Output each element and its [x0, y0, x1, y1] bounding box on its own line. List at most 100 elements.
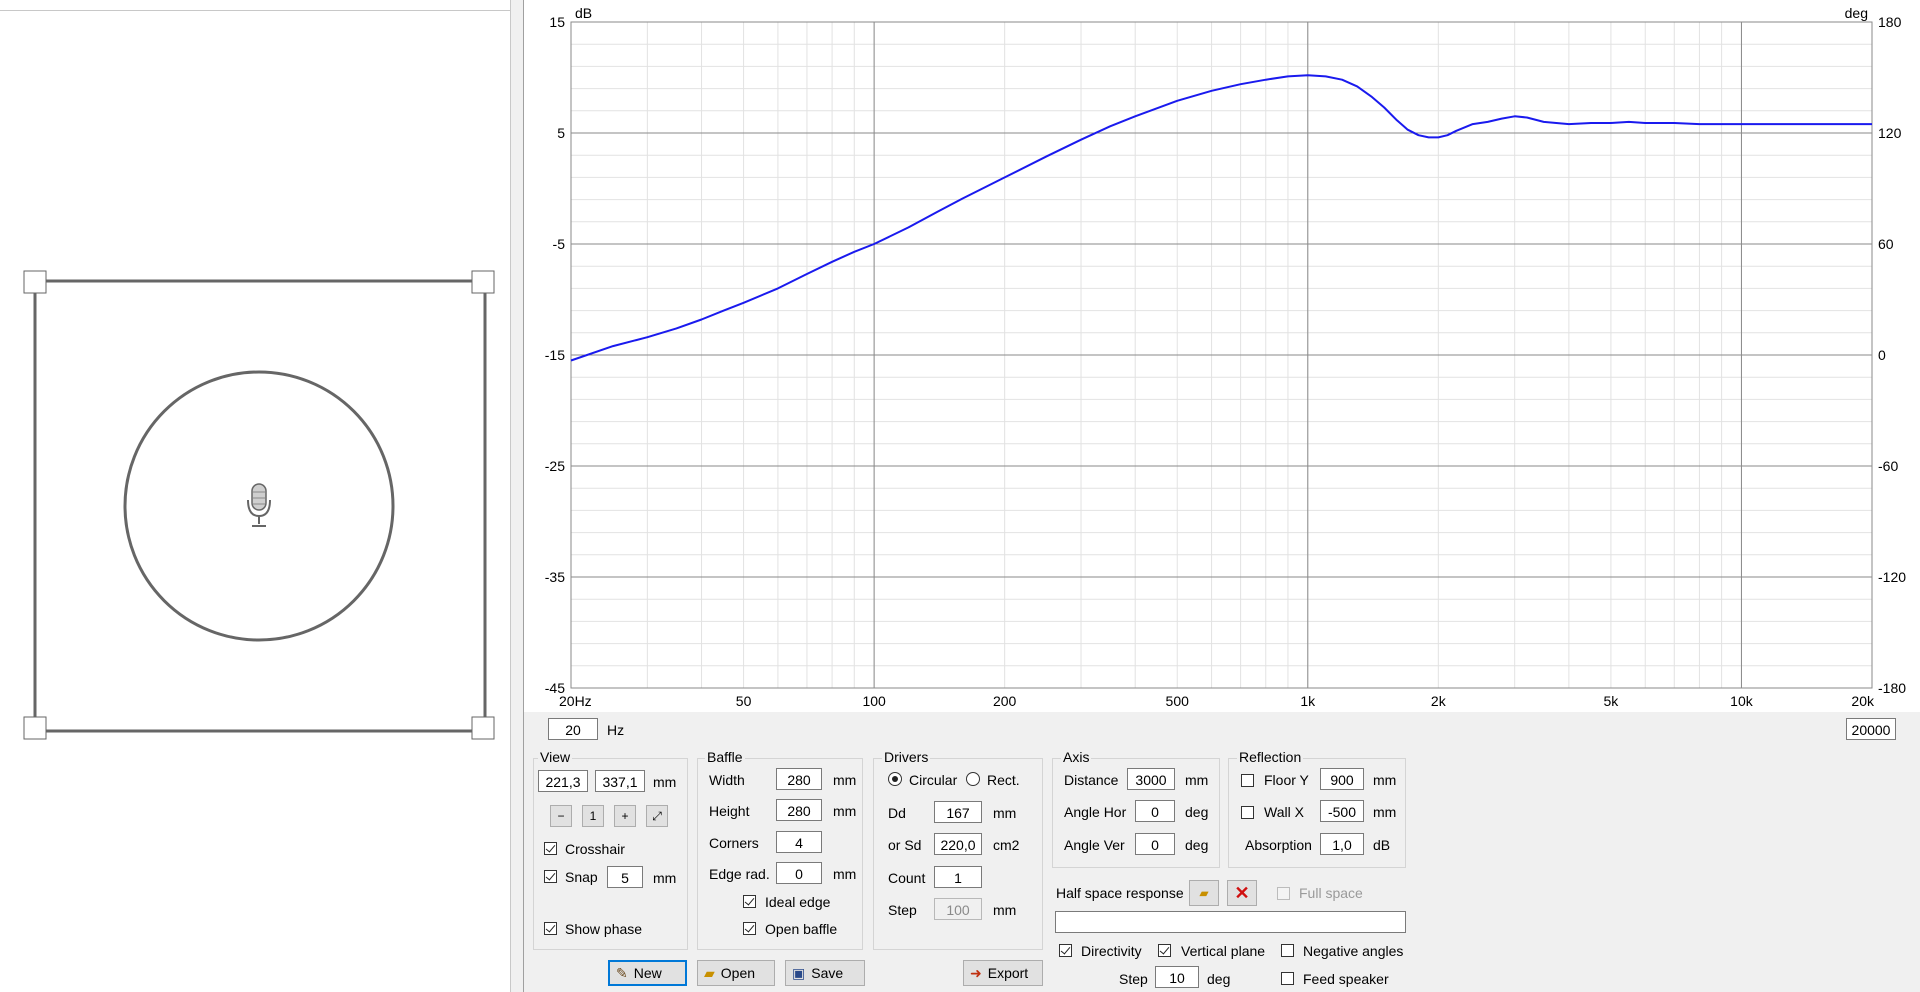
- floppy-icon: ▣: [792, 965, 806, 981]
- negative-angles-checkbox[interactable]: [1281, 944, 1294, 957]
- baffle-height-unit: mm: [833, 803, 857, 819]
- wall-label: Wall X: [1264, 804, 1304, 820]
- open-baffle-label: Open baffle: [765, 921, 838, 937]
- angle-hor-label: Angle Hor: [1064, 804, 1127, 820]
- distance-input[interactable]: 3000: [1127, 768, 1175, 790]
- x-tick-label: 500: [1166, 693, 1190, 709]
- baffle-height-label: Height: [709, 803, 750, 819]
- angle-hor-unit: deg: [1185, 804, 1209, 820]
- snap-label: Snap: [565, 869, 598, 885]
- resize-handle-top-right: [471, 270, 495, 294]
- open-baffle-checkbox[interactable]: [743, 922, 756, 935]
- zoom-fit-icon[interactable]: ⤢: [646, 805, 668, 827]
- floor-input[interactable]: 900: [1320, 768, 1364, 790]
- y-axis-label: dB: [575, 5, 592, 21]
- baffle-edge-unit: mm: [833, 866, 857, 882]
- baffle-drawing[interactable]: [0, 0, 510, 992]
- driver-step-unit: mm: [993, 902, 1017, 918]
- y-tick-label: -15: [545, 347, 565, 363]
- circular-label: Circular: [909, 772, 958, 788]
- panel-splitter[interactable]: [511, 0, 524, 992]
- half-space-path-input[interactable]: [1055, 911, 1406, 933]
- baffle-edge-input[interactable]: 0: [776, 862, 822, 884]
- baffle-view-panel[interactable]: [0, 0, 511, 992]
- frequency-response-chart[interactable]: 15 5 -5 -15 -25 -35 -45 180 120 60 0 -60 -120 -180 dB d…: [524, 0, 1920, 712]
- save-button-label: Save: [811, 965, 844, 981]
- x-tick-label: 10k: [1730, 693, 1754, 709]
- crosshair-checkbox[interactable]: [544, 842, 557, 855]
- y2-tick-label: -120: [1878, 569, 1906, 585]
- feed-speaker-checkbox[interactable]: [1281, 972, 1294, 985]
- zoom-in-icon[interactable]: +: [614, 805, 636, 827]
- zoom-out-icon[interactable]: −: [550, 805, 572, 827]
- x-tick-label: 2k: [1431, 693, 1447, 709]
- vertical-plane-label: Vertical plane: [1181, 943, 1266, 959]
- y-tick-label: -25: [545, 458, 565, 474]
- y2-tick-label: -60: [1878, 458, 1898, 474]
- floor-checkbox[interactable]: [1241, 774, 1254, 787]
- export-button[interactable]: ➜ Export: [963, 960, 1043, 986]
- y2-tick-label: 180: [1878, 14, 1902, 30]
- view-unit-label: mm: [653, 774, 677, 790]
- chart-svg: 155-5-15-25-35-45180120600-60-120-180dB d…: [545, 5, 1906, 709]
- count-input[interactable]: 1: [934, 866, 982, 888]
- freq-max-input[interactable]: 20000: [1846, 718, 1896, 740]
- y-tick-label: 15: [549, 14, 565, 30]
- new-button[interactable]: ✎ New: [608, 960, 687, 986]
- reflection-group-title: Reflection: [1237, 749, 1304, 765]
- show-phase-label: Show phase: [565, 921, 643, 937]
- ideal-edge-checkbox[interactable]: [743, 895, 756, 908]
- freq-unit-label: Hz: [607, 722, 625, 738]
- baffle-corners-input[interactable]: 4: [776, 831, 822, 853]
- directivity-label: Directivity: [1081, 943, 1142, 959]
- axis-group-title: Axis: [1061, 749, 1092, 765]
- absorption-input[interactable]: 1,0: [1320, 833, 1364, 855]
- ideal-edge-label: Ideal edge: [765, 894, 831, 910]
- sd-unit: cm2: [993, 837, 1020, 853]
- angle-ver-label: Angle Ver: [1064, 837, 1125, 853]
- zoom-reset-icon[interactable]: 1: [582, 805, 604, 827]
- dd-input[interactable]: 167: [934, 801, 982, 823]
- baffle-width-input[interactable]: 280: [776, 768, 822, 790]
- sd-input[interactable]: 220,0: [934, 833, 982, 855]
- angle-ver-input[interactable]: 0: [1135, 833, 1175, 855]
- wall-input[interactable]: -500: [1320, 800, 1364, 822]
- directivity-step-label: Step: [1119, 971, 1148, 987]
- clear-icon[interactable]: ✕: [1227, 880, 1257, 906]
- view-x-input[interactable]: 221,3: [538, 770, 588, 792]
- baffle-edge-label: Edge rad.: [709, 866, 770, 882]
- wall-checkbox[interactable]: [1241, 806, 1254, 819]
- view-y-input[interactable]: 337,1: [595, 770, 645, 792]
- resize-handle-bottom-right: [471, 716, 495, 740]
- x-tick-label: 200: [993, 693, 1017, 709]
- directivity-step-input[interactable]: 10: [1155, 966, 1199, 988]
- angle-hor-input[interactable]: 0: [1135, 800, 1175, 822]
- full-space-checkbox[interactable]: [1277, 887, 1290, 900]
- count-label: Count: [888, 870, 926, 886]
- open-button[interactable]: ▰ Open: [697, 960, 775, 986]
- baffle-width-label: Width: [709, 772, 745, 788]
- baffle-height-input[interactable]: 280: [776, 799, 822, 821]
- dd-label: Dd: [888, 805, 906, 821]
- vertical-plane-checkbox[interactable]: [1158, 944, 1171, 957]
- y2-axis-label: deg: [1845, 5, 1868, 21]
- show-phase-checkbox[interactable]: [544, 922, 557, 935]
- snap-checkbox[interactable]: [544, 870, 557, 883]
- floor-label: Floor Y: [1264, 772, 1309, 788]
- dd-unit: mm: [993, 805, 1017, 821]
- baffle-width-unit: mm: [833, 772, 857, 788]
- open-folder-icon[interactable]: ▰: [1189, 880, 1219, 906]
- directivity-checkbox[interactable]: [1059, 944, 1072, 957]
- rect-radio[interactable]: [966, 772, 980, 786]
- circular-radio[interactable]: [888, 772, 902, 786]
- x-tick-label: 100: [862, 693, 886, 709]
- save-button[interactable]: ▣ Save: [785, 960, 865, 986]
- baffle-group-title: Baffle: [705, 749, 745, 765]
- drivers-group-title: Drivers: [882, 749, 931, 765]
- freq-min-input[interactable]: 20: [548, 718, 598, 740]
- snap-input[interactable]: 5: [607, 866, 643, 888]
- y2-tick-label: 120: [1878, 125, 1902, 141]
- x-tick-label: 50: [736, 693, 752, 709]
- driver-step-input[interactable]: 100: [934, 898, 982, 920]
- absorption-unit: dB: [1373, 837, 1391, 853]
